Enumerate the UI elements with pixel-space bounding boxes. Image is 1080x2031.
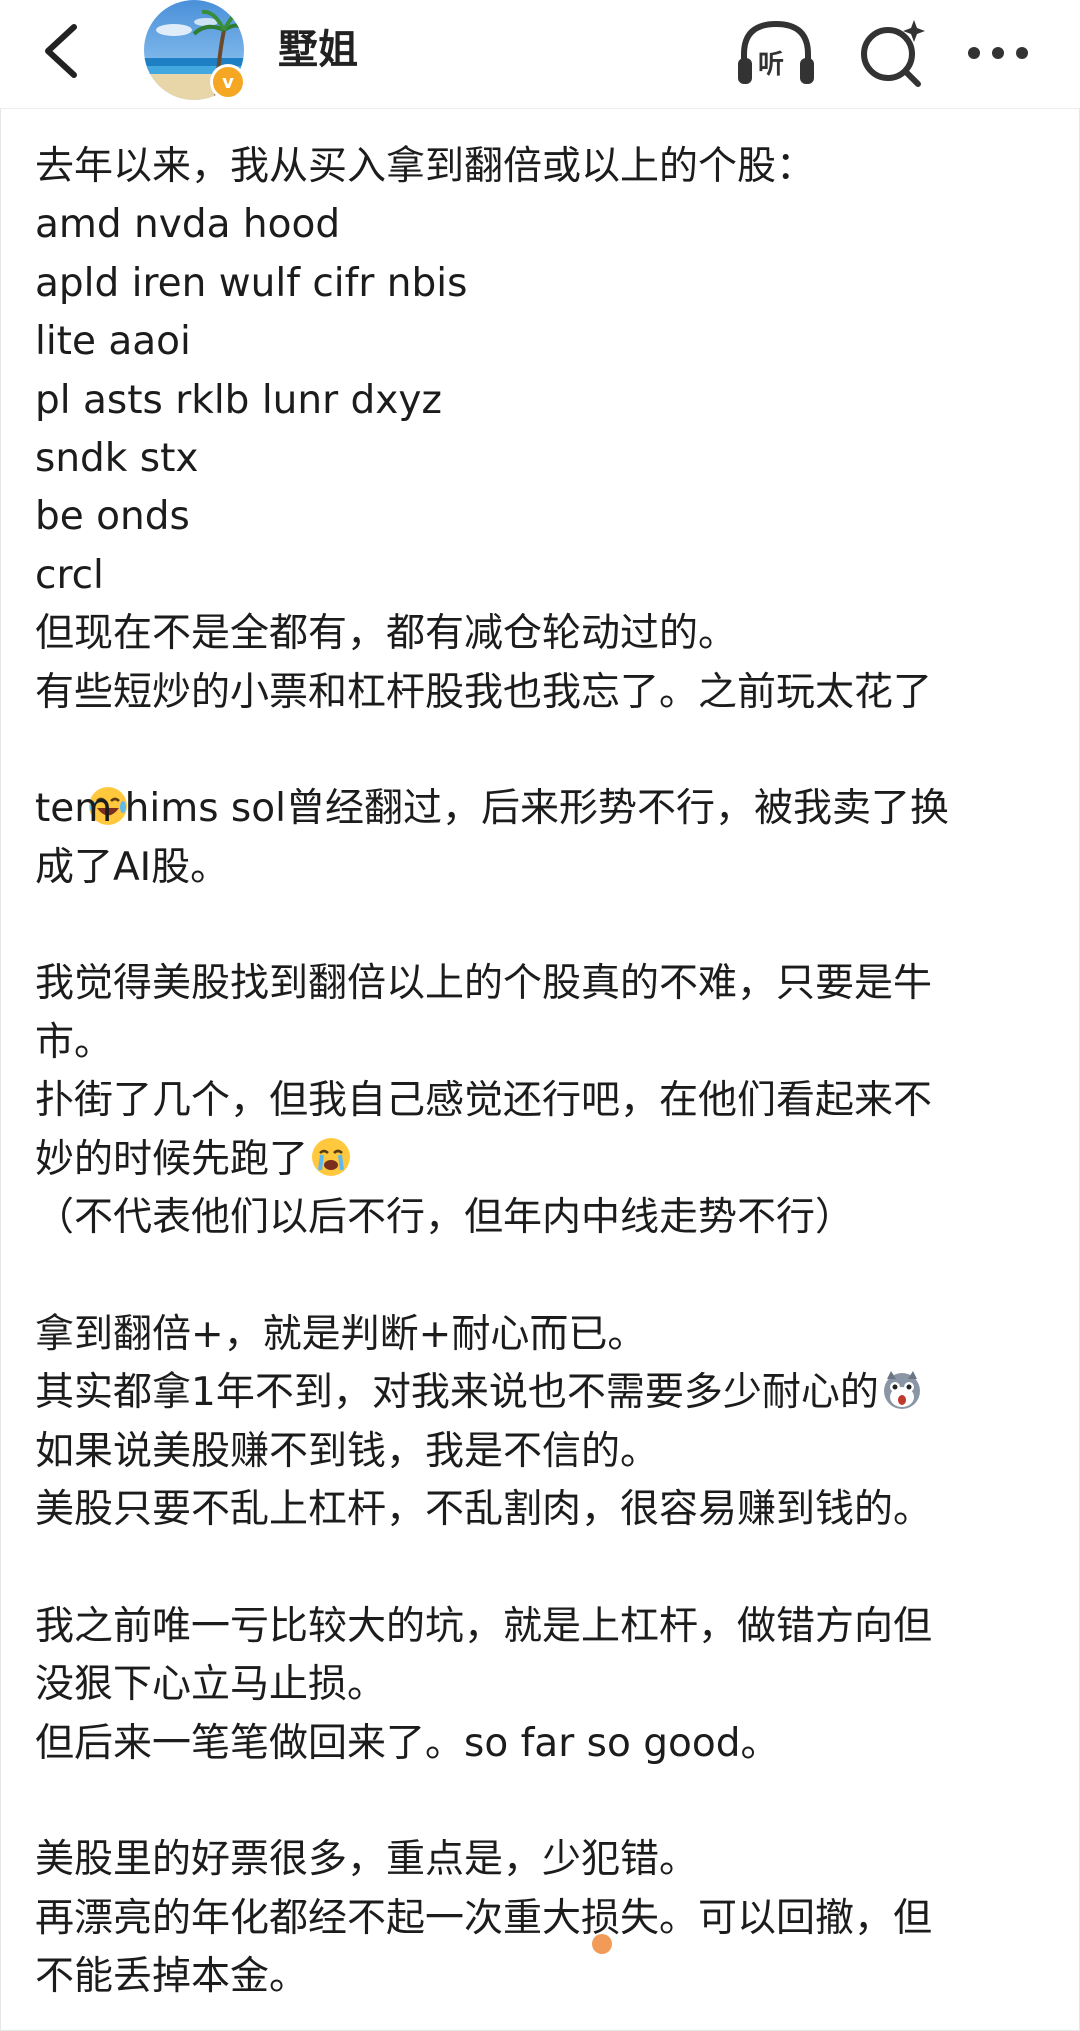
post-line: 我之前唯一亏比较大的坑，就是上杠杆，做错方向但 <box>35 1603 933 1649</box>
post-line: 市。 <box>35 1019 114 1065</box>
shocked-husky-emoji <box>883 1371 920 1410</box>
search-button[interactable] <box>854 14 930 92</box>
post-line: 但后来一笔笔做回来了。so far so good。 <box>35 1720 780 1766</box>
more-dots-icon <box>968 47 1028 59</box>
post-line: 如果说美股赚不到钱，我是不信的。 <box>35 1428 660 1474</box>
post-line-with-emoji: 妙的时候先跑了 <box>35 1131 1045 1189</box>
listen-button[interactable]: 听 <box>734 14 818 92</box>
search-sparkle-icon <box>861 20 925 87</box>
post-line: 再漂亮的年化都经不起一次重大损失。可以回撤，但 <box>35 1895 933 1941</box>
post-line-with-emoji: 其实都拿1年不到，对我来说也不需要多少耐心的 <box>35 1364 1045 1422</box>
post-line: 不能丢掉本金。 <box>35 1954 309 2000</box>
post-line: 美股只要不乱上杠杆，不乱割肉，很容易赚到钱的。 <box>35 1486 933 1532</box>
post-line: 拿到翻倍+，就是判断+耐心而已。 <box>35 1311 647 1357</box>
chevron-left-icon <box>45 24 77 78</box>
post-line: lite aaoi <box>35 319 191 365</box>
listen-label: 听 <box>758 50 785 80</box>
post-line: pl asts rklb lunr dxyz <box>35 377 442 423</box>
post-line: 美股里的好票很多，重点是，少犯错。 <box>35 1837 699 1883</box>
post-line: （不代表他们以后不行，但年内中线走势不行） <box>35 1195 855 1241</box>
post-line: 扑街了几个，但我自己感觉还行吧，在他们看起来不 <box>35 1078 933 1124</box>
top-navigation-bar: v 墅姐 听 <box>0 0 1080 109</box>
more-options-button[interactable] <box>962 20 1034 86</box>
verified-badge: v <box>210 64 246 100</box>
post-line: apld iren wulf cifr nbis <box>35 260 468 306</box>
back-button[interactable] <box>30 18 90 84</box>
post-line: tem hims sol曾经翻过，后来形势不行，被我卖了换 <box>35 786 949 832</box>
post-line: 妙的时候先跑了 <box>35 1136 309 1182</box>
post-line: crcl <box>35 552 104 598</box>
crying-emoji <box>312 1137 351 1176</box>
post-line: 成了AI股。 <box>35 844 230 890</box>
username[interactable]: 墅姐 <box>278 22 358 78</box>
post-line: be onds <box>35 494 190 540</box>
post-body: 去年以来，我从买入拿到翻倍或以上的个股： amd nvda hood apld … <box>35 138 1045 2007</box>
post-line: 其实都拿1年不到，对我来说也不需要多少耐心的 <box>35 1370 879 1416</box>
emoji-line <box>35 722 1045 826</box>
touch-indicator-dot <box>592 1934 612 1954</box>
post-line: 没狠下心立马止损。 <box>35 1662 387 1708</box>
post-line: 但现在不是全都有，都有减仓轮动过的。 <box>35 611 738 657</box>
post-line: amd nvda hood <box>35 202 341 248</box>
post-line: 去年以来，我从买入拿到翻倍或以上的个股： <box>35 144 816 189</box>
post-line: 我觉得美股找到翻倍以上的个股真的不难，只要是牛 <box>35 961 933 1007</box>
post-line: sndk stx <box>35 435 199 481</box>
post-line: 有些短炒的小票和杠杆股我也我忘了。之前玩太花了 <box>35 669 933 715</box>
